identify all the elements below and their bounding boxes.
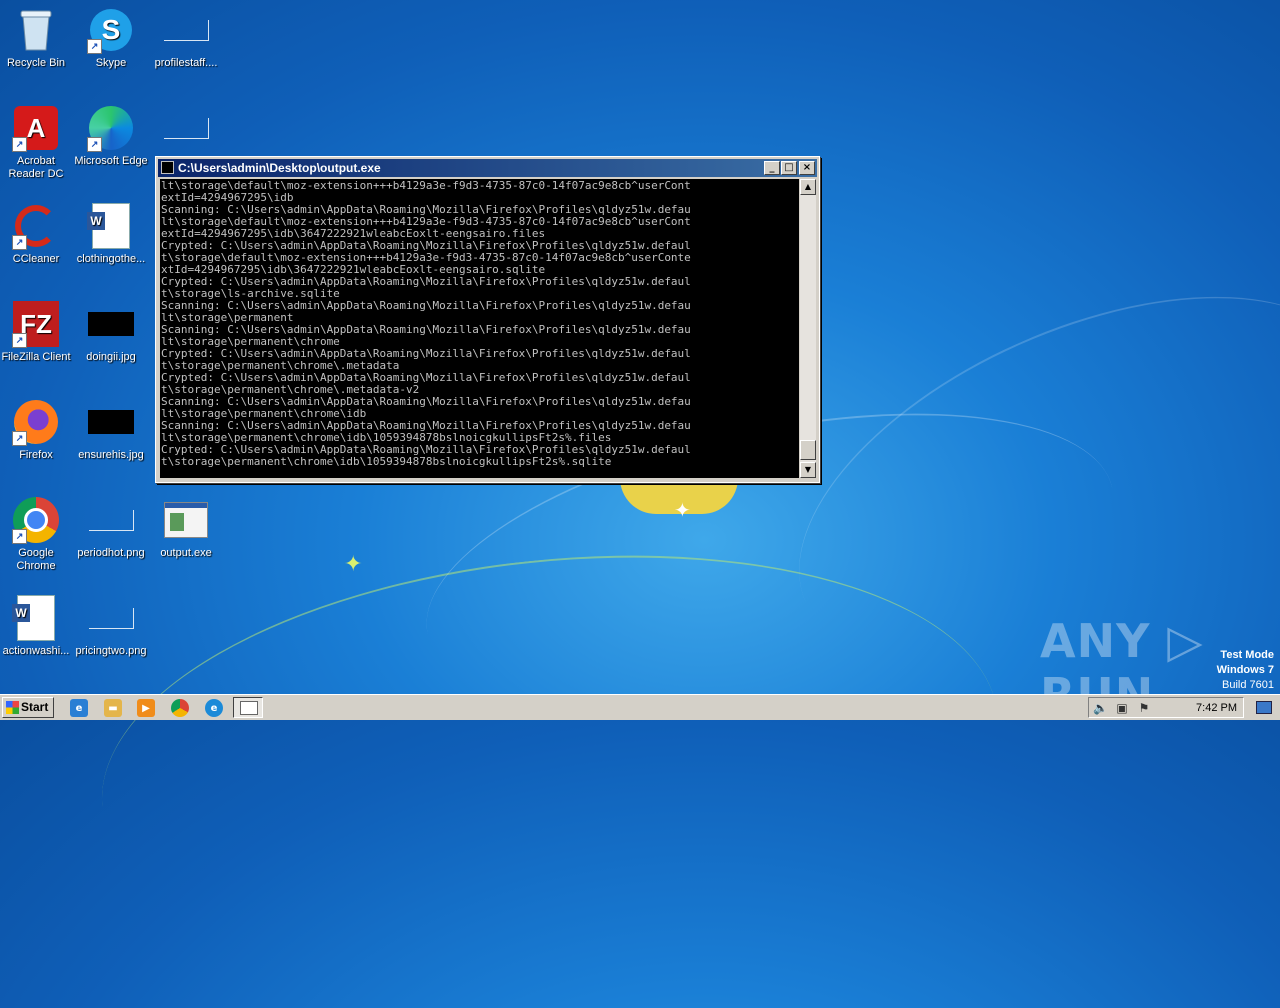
ccleaner-icon: ↗ (12, 202, 60, 250)
blank-file-icon (87, 496, 135, 544)
console-icon (161, 161, 174, 174)
desktop-icon-edge[interactable]: ↗ Microsoft Edge (71, 104, 151, 168)
desktop-icon-chrome[interactable]: ↗ Google Chrome (0, 496, 76, 573)
shortcut-arrow-icon: ↗ (87, 137, 102, 152)
blank-file-icon (162, 6, 210, 54)
shortcut-arrow-icon: ↗ (12, 333, 27, 348)
network-icon[interactable]: ▣ (1115, 701, 1129, 715)
maximize-button[interactable]: □ (781, 161, 797, 175)
application-window-icon (240, 701, 258, 715)
scroll-up-arrow-icon[interactable]: ▲ (800, 179, 816, 195)
close-button[interactable]: × (799, 161, 815, 175)
shortcut-arrow-icon: ↗ (12, 235, 27, 250)
word-document-icon: W (12, 594, 60, 642)
test-mode-label: Test Mode (1220, 649, 1274, 661)
desktop-icon-firefox[interactable]: ↗ Firefox (0, 398, 76, 462)
edge-icon: ↗ (87, 104, 135, 152)
desktop-icon-blank[interactable] (146, 104, 226, 155)
system-tray: 🔈 ▣ ⚑ 7:42 PM (1088, 697, 1244, 718)
shortcut-arrow-icon: ↗ (12, 529, 27, 544)
wallpaper-sparkle: ✦ (344, 552, 363, 577)
explorer-icon[interactable]: ▬ (104, 699, 122, 717)
blank-file-icon (87, 594, 135, 642)
edge-icon[interactable]: e (205, 699, 223, 717)
vertical-scrollbar[interactable]: ▲ ▼ (800, 179, 816, 478)
console-output[interactable]: lt\storage\default\moz-extension+++b4129… (160, 179, 799, 478)
shortcut-arrow-icon: ↗ (87, 39, 102, 54)
recycle-bin-icon (12, 6, 60, 54)
desktop-icon-recycle-bin[interactable]: Recycle Bin (0, 6, 76, 70)
desktop-icon-skype[interactable]: S ↗ Skype (71, 6, 151, 70)
desktop-icon-filezilla[interactable]: FZ ↗ FileZilla Client (0, 300, 76, 364)
os-label: Windows 7 (1216, 664, 1274, 676)
chrome-icon[interactable] (171, 699, 189, 717)
desktop-icon-doingii[interactable]: doingii.jpg (71, 300, 151, 364)
show-desktop-icon[interactable] (1252, 698, 1276, 716)
desktop-icon-pricingtwo[interactable]: pricingtwo.png (71, 594, 151, 658)
speaker-icon[interactable]: 🔈 (1093, 701, 1108, 715)
window-title: C:\Users\admin\Desktop\output.exe (178, 161, 381, 175)
image-thumbnail-icon (87, 300, 135, 348)
scroll-down-arrow-icon[interactable]: ▼ (800, 462, 816, 478)
application-window-icon (162, 496, 210, 544)
window-titlebar[interactable]: C:\Users\admin\Desktop\output.exe _ □ × (158, 159, 817, 177)
acrobat-icon: A ↗ (12, 104, 60, 152)
shortcut-arrow-icon: ↗ (12, 431, 27, 446)
desktop-icon-actionwashi[interactable]: W actionwashi... (0, 594, 76, 658)
chrome-icon: ↗ (12, 496, 60, 544)
ie-icon[interactable]: e (70, 699, 88, 717)
media-player-icon[interactable]: ▶ (137, 699, 155, 717)
skype-icon: S ↗ (87, 6, 135, 54)
build-label: Build 7601 (1222, 679, 1274, 691)
word-document-icon: W (87, 202, 135, 250)
start-button[interactable]: Start (2, 697, 54, 718)
firefox-icon: ↗ (12, 398, 60, 446)
minimize-button[interactable]: _ (764, 161, 780, 175)
output-exe-task[interactable] (233, 697, 263, 718)
shortcut-arrow-icon: ↗ (12, 137, 27, 152)
start-label: Start (21, 700, 49, 714)
desktop-icon-acrobat[interactable]: A ↗ Acrobat Reader DC (0, 104, 76, 181)
console-line: t\storage\permanent\chrome\idb\105939487… (161, 455, 612, 468)
blank-file-icon (162, 104, 210, 152)
filezilla-icon: FZ ↗ (12, 300, 60, 348)
scroll-thumb[interactable] (800, 440, 816, 460)
wallpaper-sparkle: ✦ (674, 498, 691, 522)
windows-logo-icon (6, 701, 19, 714)
clock[interactable]: 7:42 PM (1196, 701, 1237, 715)
taskbar: Start e ▬ ▶ e 🔈 ▣ ⚑ 7:42 PM (0, 694, 1280, 720)
desktop-icon-clothingothe[interactable]: W clothingothe... (71, 202, 151, 266)
image-thumbnail-icon (87, 398, 135, 446)
desktop-icon-ensurehis[interactable]: ensurehis.jpg (71, 398, 151, 462)
desktop-icon-profilestaff[interactable]: profilestaff.... (146, 6, 226, 70)
desktop-icon-periodhot[interactable]: periodhot.png (71, 496, 151, 560)
desktop-icon-output-exe[interactable]: output.exe (146, 496, 226, 560)
flag-icon[interactable]: ⚑ (1137, 701, 1151, 715)
console-window[interactable]: C:\Users\admin\Desktop\output.exe _ □ × … (155, 156, 820, 483)
test-mode-notice: Test Mode Windows 7 Build 7601 (1217, 648, 1274, 693)
desktop-icon-ccleaner[interactable]: ↗ CCleaner (0, 202, 76, 266)
